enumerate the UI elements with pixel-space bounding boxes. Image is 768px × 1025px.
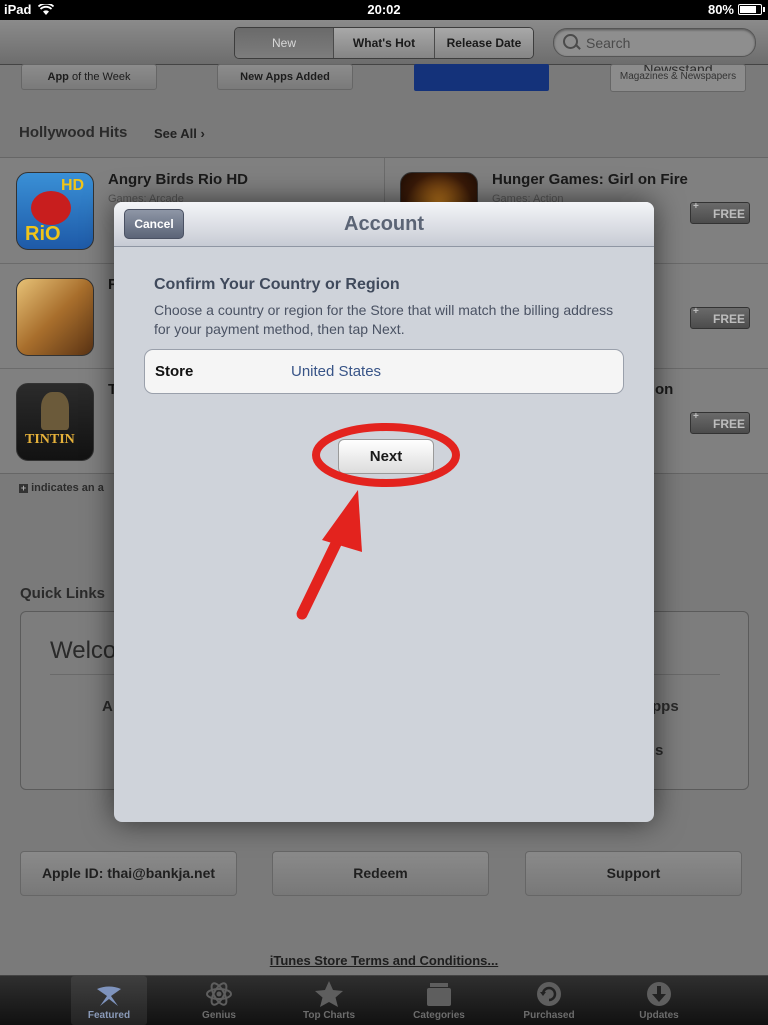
segment-whats-hot[interactable]: What's Hot bbox=[334, 28, 435, 58]
apple-id-button[interactable]: Apple ID: thai@bankja.net bbox=[20, 851, 237, 896]
status-bar: iPad 20:02 80% bbox=[0, 0, 768, 20]
search-input[interactable] bbox=[584, 32, 748, 54]
dialog-header: Account Cancel bbox=[114, 202, 654, 247]
store-toolbar: New What's Hot Release Date bbox=[0, 20, 768, 65]
search-icon bbox=[563, 34, 578, 49]
newsstand-banner[interactable]: Newsstand Magazines & Newspapers bbox=[610, 64, 746, 92]
featured-icon bbox=[97, 986, 121, 1006]
section-title-quick-links: Quick Links bbox=[20, 585, 106, 602]
angry-birds-rio-app-icon[interactable]: HD RiO bbox=[16, 172, 94, 250]
app-of-the-week-banner[interactable]: App of the Week bbox=[21, 64, 157, 90]
new-apps-added-banner[interactable]: New Apps Added bbox=[217, 64, 353, 90]
cancel-button[interactable]: Cancel bbox=[124, 209, 184, 239]
tab-updates[interactable]: Updates bbox=[621, 976, 697, 1025]
battery-status: 80% bbox=[707, 2, 765, 17]
app-name-fragment[interactable]: on bbox=[655, 381, 673, 398]
section-title-hollywood: Hollywood Hits bbox=[19, 124, 128, 141]
box-icon bbox=[427, 983, 451, 1006]
free-button[interactable]: FREE bbox=[690, 406, 750, 434]
battery-icon bbox=[738, 4, 765, 15]
star-icon bbox=[315, 981, 343, 1007]
quick-link[interactable]: pps bbox=[652, 698, 679, 715]
tab-purchased[interactable]: Purchased bbox=[511, 976, 587, 1025]
segment-new[interactable]: New bbox=[235, 28, 334, 58]
tab-genius[interactable]: Genius bbox=[181, 976, 257, 1025]
segment-release-date[interactable]: Release Date bbox=[435, 28, 533, 58]
account-dialog: Account Cancel Confirm Your Country or R… bbox=[114, 202, 654, 822]
next-button[interactable]: Next bbox=[338, 439, 434, 474]
app-name[interactable]: Hunger Games: Girl on Fire bbox=[492, 171, 688, 188]
dialog-title: Account bbox=[344, 213, 424, 235]
store-label: Store bbox=[155, 363, 194, 380]
dialog-heading: Confirm Your Country or Region bbox=[154, 276, 400, 293]
tintin-app-icon[interactable]: TINTIN bbox=[16, 383, 94, 461]
game-app-icon[interactable] bbox=[16, 278, 94, 356]
support-button[interactable]: Support bbox=[525, 851, 742, 896]
store-country-field[interactable]: Store United States bbox=[144, 349, 624, 394]
tab-featured[interactable]: Featured bbox=[71, 976, 147, 1025]
welcome-text: Welco bbox=[50, 637, 117, 664]
see-all-link[interactable]: See All › bbox=[154, 126, 205, 141]
search-field[interactable] bbox=[553, 28, 756, 57]
free-button[interactable]: FREE bbox=[690, 301, 750, 329]
tab-top-charts[interactable]: Top Charts bbox=[291, 976, 367, 1025]
free-button[interactable]: FREE bbox=[690, 196, 750, 224]
download-icon bbox=[647, 982, 671, 1006]
dialog-description: Choose a country or region for the Store… bbox=[154, 302, 614, 337]
terms-link[interactable]: iTunes Store Terms and Conditions... bbox=[0, 953, 768, 968]
purchased-icon bbox=[537, 982, 561, 1006]
store-value[interactable]: United States bbox=[291, 363, 381, 380]
promo-banner[interactable] bbox=[414, 64, 549, 91]
clock: 20:02 bbox=[367, 2, 401, 17]
battery-percent: 80% bbox=[707, 2, 734, 17]
tab-bar: Featured Genius Top Charts Categories Pu… bbox=[0, 975, 768, 1025]
app-name[interactable]: Angry Birds Rio HD bbox=[108, 171, 248, 188]
footnote: + indicates an a bbox=[19, 482, 104, 494]
quick-link[interactable]: A bbox=[102, 698, 113, 715]
sort-segmented-control: New What's Hot Release Date bbox=[234, 27, 534, 59]
quick-link[interactable]: s bbox=[655, 742, 663, 759]
redeem-button[interactable]: Redeem bbox=[272, 851, 489, 896]
atom-icon bbox=[206, 982, 232, 1006]
tab-categories[interactable]: Categories bbox=[401, 976, 477, 1025]
